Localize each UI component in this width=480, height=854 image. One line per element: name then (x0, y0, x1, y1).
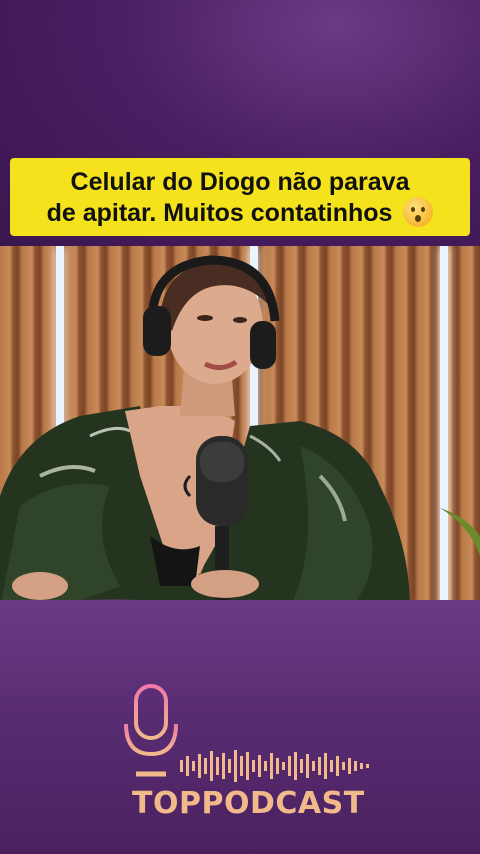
brand-name: TOPPODCAST (132, 786, 365, 821)
caption-line-2: de apitar. Muitos contatinhos (46, 198, 393, 227)
video-frame[interactable] (0, 246, 480, 608)
hushed-face-icon (403, 196, 434, 227)
caption-line-2-wrap: de apitar. Muitos contatinhos (46, 196, 434, 228)
microphone-icon (124, 684, 178, 777)
caption-banner: Celular do Diogo não parava de apitar. M… (10, 158, 470, 236)
caption-line-1: Celular do Diogo não parava (70, 167, 410, 196)
soundwave-icon (180, 750, 369, 782)
guest-person (0, 255, 480, 608)
